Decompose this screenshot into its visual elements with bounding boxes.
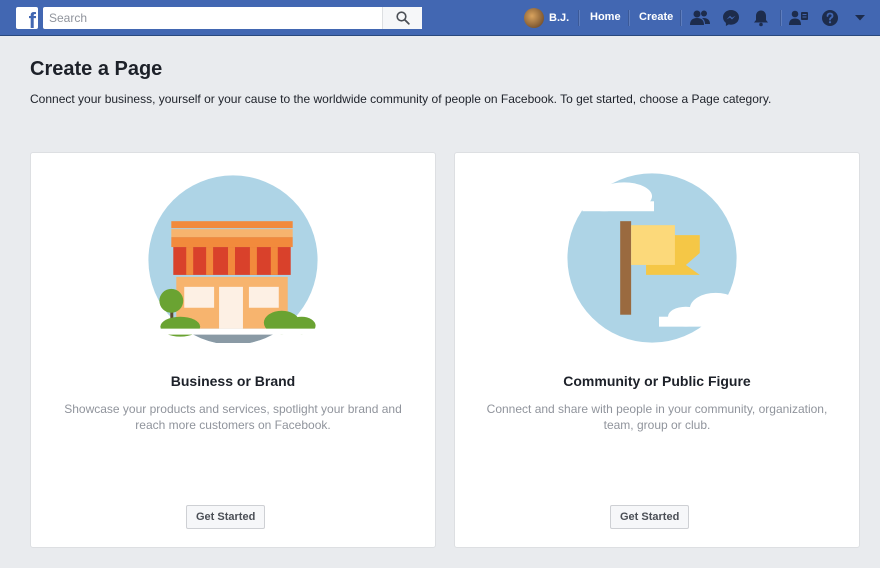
business-or-brand-card: Business or Brand Showcase your products…: [30, 152, 436, 548]
nav-divider: [628, 10, 629, 26]
top-navigation-bar: f B.J. Home Create: [0, 0, 880, 36]
quick-help-people-icon[interactable]: [789, 8, 809, 28]
search-box: [43, 7, 422, 29]
search-input[interactable]: [43, 7, 381, 29]
flag-illustration-icon: [567, 173, 745, 343]
create-link[interactable]: Create: [639, 11, 673, 23]
community-or-public-figure-card: Community or Public Figure Connect and s…: [454, 152, 860, 548]
notifications-bell-icon[interactable]: [751, 8, 771, 28]
friend-requests-icon[interactable]: [690, 8, 710, 28]
card-description: Connect and share with people in your co…: [486, 402, 828, 432]
avatar: [524, 8, 544, 28]
messenger-icon[interactable]: [721, 8, 741, 28]
nav-divider: [680, 10, 681, 26]
card-title: Business or Brand: [170, 373, 296, 389]
facebook-logo-letter: f: [28, 8, 36, 30]
home-link[interactable]: Home: [590, 11, 621, 23]
nav-divider: [578, 10, 579, 26]
profile-link[interactable]: B.J.: [524, 7, 569, 29]
account-menu-chevron-down-icon[interactable]: [850, 8, 870, 28]
facebook-logo-icon[interactable]: f: [16, 7, 38, 29]
card-description: Showcase your products and services, spo…: [64, 402, 402, 432]
page-title: Create a Page: [30, 58, 163, 80]
search-icon: [395, 11, 410, 25]
page-subtitle: Connect your business, yourself or your …: [30, 92, 772, 106]
get-started-button[interactable]: Get Started: [610, 505, 690, 529]
search-button[interactable]: [382, 7, 422, 29]
profile-name: B.J.: [549, 12, 570, 24]
storefront-illustration-icon: [148, 175, 318, 343]
help-question-icon[interactable]: [820, 8, 840, 28]
get-started-button[interactable]: Get Started: [186, 505, 266, 529]
nav-divider: [780, 10, 781, 26]
card-title: Community or Public Figure: [563, 373, 751, 389]
